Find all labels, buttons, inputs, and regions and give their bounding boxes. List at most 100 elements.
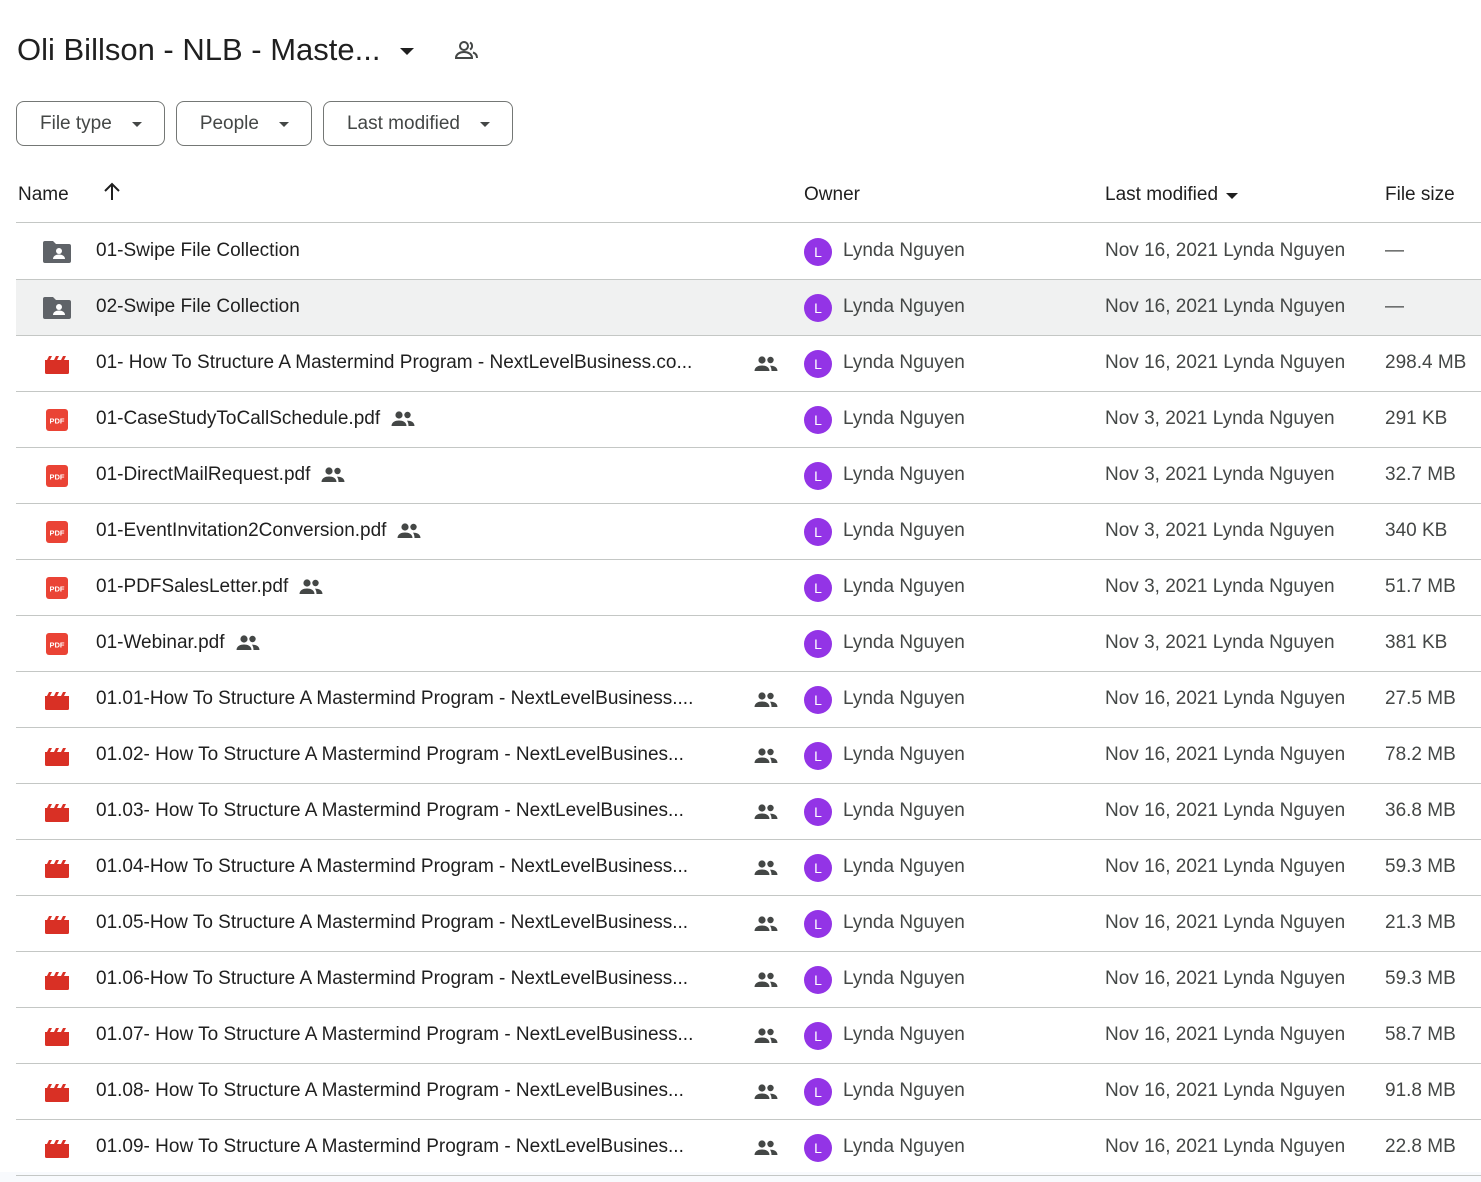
chevron-down-icon <box>480 122 490 127</box>
pdf-file-icon: PDF <box>42 520 72 544</box>
file-size: — <box>1385 296 1404 317</box>
file-name[interactable]: 01.09- How To Structure A Mastermind Pro… <box>96 1136 684 1158</box>
last-modified: Nov 16, 2021 Lynda Nguyen <box>1105 296 1346 317</box>
file-row[interactable]: PDF 01-PDFSalesLetter.pdf L Lynda Nguyen Nov… <box>16 560 1481 616</box>
file-name-label: 01-PDFSalesLetter.pdf <box>96 576 289 597</box>
avatar: L <box>804 574 832 602</box>
filter-last-modified-label: Last modified <box>346 112 460 134</box>
file-row[interactable]: 01.04-How To Structure A Mastermind Prog… <box>16 840 1481 896</box>
last-modified: Nov 16, 2021 Lynda Nguyen <box>1105 240 1346 261</box>
file-name[interactable]: 01.06-How To Structure A Mastermind Prog… <box>96 968 688 990</box>
file-name[interactable]: 01-EventInvitation2Conversion.pdf <box>96 520 422 542</box>
file-name-label: 01-CaseStudyToCallSchedule.pdf <box>96 408 381 429</box>
avatar: L <box>804 798 832 826</box>
file-row[interactable]: 01.06-How To Structure A Mastermind Prog… <box>16 952 1481 1008</box>
shared-people-icon <box>298 578 324 596</box>
file-row[interactable]: PDF 01-DirectMailRequest.pdf L Lynda Nguyen… <box>16 448 1481 504</box>
shared-people-icon <box>753 1027 779 1045</box>
video-file-icon <box>42 912 72 936</box>
file-name[interactable]: 01.02- How To Structure A Mastermind Pro… <box>96 744 684 766</box>
shared-people-icon <box>753 915 779 933</box>
file-row[interactable]: 01.09- How To Structure A Mastermind Pro… <box>16 1120 1481 1176</box>
video-file-icon <box>42 744 72 768</box>
owner-name: Lynda Nguyen <box>843 352 965 373</box>
file-name[interactable]: 01.03- How To Structure A Mastermind Pro… <box>96 800 684 822</box>
file-name[interactable]: 01.01-How To Structure A Mastermind Prog… <box>96 688 693 710</box>
avatar: L <box>804 742 832 770</box>
avatar: L <box>804 350 832 378</box>
svg-text:PDF: PDF <box>50 641 65 650</box>
file-name-label: 01-EventInvitation2Conversion.pdf <box>96 520 387 541</box>
file-row[interactable]: 01.07- How To Structure A Mastermind Pro… <box>16 1008 1481 1064</box>
file-list-header: Name Owner Last modified File size <box>16 168 1481 223</box>
file-row[interactable]: PDF 01-CaseStudyToCallSchedule.pdf L Lynda … <box>16 392 1481 448</box>
filter-file-type[interactable]: File type <box>16 101 165 146</box>
avatar: L <box>804 238 832 266</box>
file-name[interactable]: 01-DirectMailRequest.pdf <box>96 464 346 486</box>
file-row[interactable]: 01-Swipe File Collection L Lynda Nguyen Nov… <box>16 224 1481 280</box>
column-header-name[interactable]: Name <box>18 184 69 206</box>
owner-name: Lynda Nguyen <box>843 464 965 485</box>
file-name[interactable]: 01-CaseStudyToCallSchedule.pdf <box>96 408 416 430</box>
shared-people-icon <box>396 522 422 540</box>
file-name-label: 01-Webinar.pdf <box>96 632 225 653</box>
shared-people-icon <box>753 691 779 709</box>
arrow-drop-down-icon[interactable] <box>400 48 415 55</box>
video-file-icon <box>42 688 72 712</box>
file-row[interactable]: 01.01-How To Structure A Mastermind Prog… <box>16 672 1481 728</box>
file-name-label: 02-Swipe File Collection <box>96 296 300 317</box>
file-row[interactable]: 01.03- How To Structure A Mastermind Pro… <box>16 784 1481 840</box>
owner-name: Lynda Nguyen <box>843 296 965 317</box>
file-size: 51.7 MB <box>1385 576 1456 597</box>
pdf-file-icon: PDF <box>42 632 72 656</box>
owner-name: Lynda Nguyen <box>843 520 965 541</box>
shared-folder-icon <box>42 240 72 264</box>
filter-last-modified[interactable]: Last modified <box>322 101 513 146</box>
file-name[interactable]: 01.04-How To Structure A Mastermind Prog… <box>96 856 688 878</box>
video-file-icon <box>42 800 72 824</box>
file-size: 340 KB <box>1385 520 1448 541</box>
filter-chips: File type People Last modified <box>16 101 513 146</box>
file-row[interactable]: 01.08- How To Structure A Mastermind Pro… <box>16 1064 1481 1120</box>
file-name[interactable]: 01-Swipe File Collection <box>96 240 300 262</box>
shared-people-icon <box>320 466 346 484</box>
owner-name: Lynda Nguyen <box>843 632 965 653</box>
last-modified: Nov 16, 2021 Lynda Nguyen <box>1105 968 1346 989</box>
file-name[interactable]: 01- How To Structure A Mastermind Progra… <box>96 352 692 374</box>
column-header-owner[interactable]: Owner <box>804 184 860 206</box>
last-modified: Nov 16, 2021 Lynda Nguyen <box>1105 1024 1346 1045</box>
file-size: 298.4 MB <box>1385 352 1467 373</box>
file-row[interactable]: PDF 01-EventInvitation2Conversion.pdf L Lyn… <box>16 504 1481 560</box>
file-row[interactable]: 01.02- How To Structure A Mastermind Pro… <box>16 728 1481 784</box>
file-name[interactable]: 01.05-How To Structure A Mastermind Prog… <box>96 912 688 934</box>
video-file-icon <box>42 352 72 376</box>
people-outline-icon[interactable] <box>454 37 480 63</box>
chevron-down-icon <box>131 122 142 127</box>
column-header-last-modified[interactable]: Last modified <box>1105 184 1239 206</box>
file-row[interactable]: 01- How To Structure A Mastermind Progra… <box>16 336 1481 392</box>
video-file-icon <box>42 968 72 992</box>
file-name[interactable]: 01.08- How To Structure A Mastermind Pro… <box>96 1080 684 1102</box>
avatar: L <box>804 1134 832 1162</box>
folder-title[interactable]: Oli Billson - NLB - Maste... <box>17 32 380 68</box>
avatar: L <box>804 854 832 882</box>
file-name[interactable]: 01-Webinar.pdf <box>96 632 261 654</box>
shared-people-icon <box>753 747 779 765</box>
file-row[interactable]: 02-Swipe File Collection L Lynda Nguyen Nov… <box>16 280 1481 336</box>
last-modified: Nov 16, 2021 Lynda Nguyen <box>1105 352 1346 373</box>
column-header-file-size[interactable]: File size <box>1385 184 1455 206</box>
owner-name: Lynda Nguyen <box>843 856 965 877</box>
filter-people[interactable]: People <box>175 101 312 146</box>
file-name-label: 01.04-How To Structure A Mastermind Prog… <box>96 856 689 877</box>
file-name[interactable]: 01-PDFSalesLetter.pdf <box>96 576 324 598</box>
owner-name: Lynda Nguyen <box>843 1136 965 1157</box>
svg-text:PDF: PDF <box>50 473 65 482</box>
file-row[interactable]: PDF 01-Webinar.pdf L Lynda Nguyen Nov 3, 202… <box>16 616 1481 672</box>
file-name[interactable]: 01.07- How To Structure A Mastermind Pro… <box>96 1024 693 1046</box>
arrow-upward-icon[interactable] <box>103 182 121 208</box>
avatar: L <box>804 294 832 322</box>
file-row[interactable]: 01.05-How To Structure A Mastermind Prog… <box>16 896 1481 952</box>
video-file-icon <box>42 1024 72 1048</box>
filter-file-type-label: File type <box>40 112 112 134</box>
file-name[interactable]: 02-Swipe File Collection <box>96 296 300 318</box>
